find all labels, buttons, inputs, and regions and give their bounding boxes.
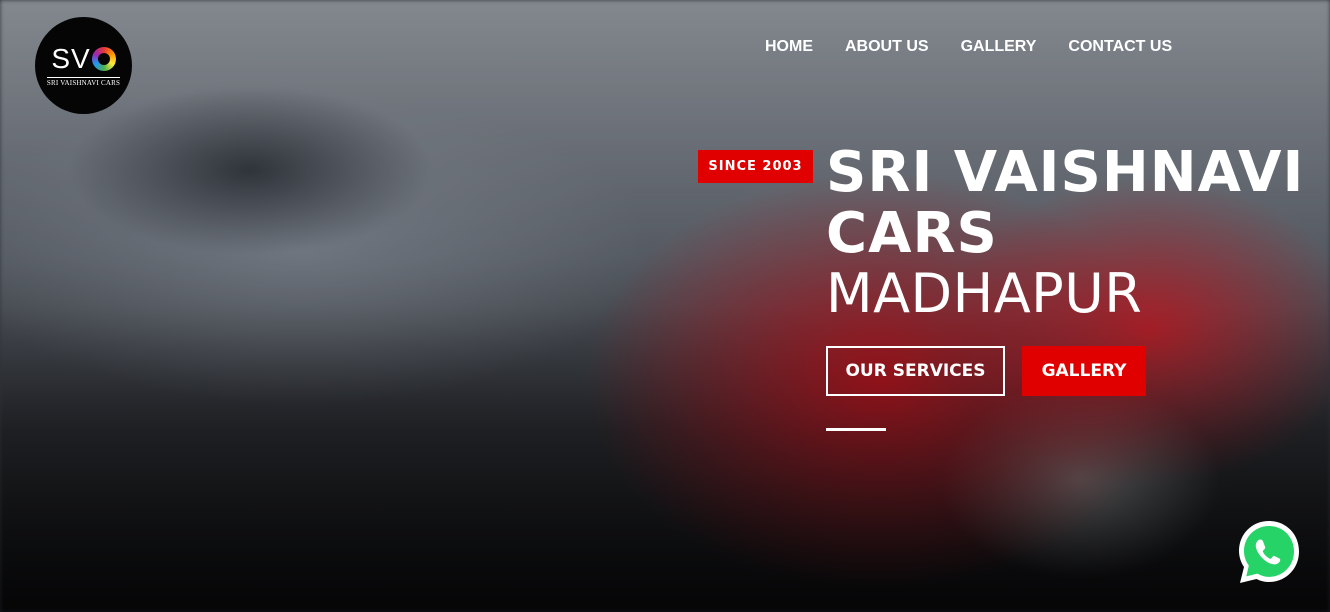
hero-subtitle-location: MADHAPUR (826, 262, 1143, 325)
site-logo[interactable]: SV SRI VAISHNAVI CARS (35, 17, 132, 114)
main-nav: HOME ABOUT US GALLERY CONTACT US (765, 38, 1172, 56)
title-underline-divider (826, 428, 886, 431)
hero-title: SRI VAISHNAVI CARS MADHAPUR (826, 142, 1304, 324)
nav-contact-us[interactable]: CONTACT US (1068, 38, 1172, 56)
whatsapp-icon[interactable] (1235, 518, 1303, 586)
nav-about-us[interactable]: ABOUT US (845, 38, 929, 56)
nav-gallery[interactable]: GALLERY (961, 38, 1037, 56)
hero-title-line2: CARS (826, 201, 998, 266)
logo-ring-icon (91, 46, 116, 71)
logo-initials: SV (51, 42, 91, 74)
logo-mark: SV (51, 42, 116, 74)
logo-text: SRI VAISHNAVI CARS (46, 76, 121, 87)
nav-home[interactable]: HOME (765, 38, 813, 56)
gallery-button[interactable]: GALLERY (1022, 346, 1146, 396)
since-badge: SINCE 2003 (698, 150, 813, 183)
our-services-button[interactable]: OUR SERVICES (826, 346, 1005, 396)
hero-title-line1: SRI VAISHNAVI (826, 140, 1305, 205)
